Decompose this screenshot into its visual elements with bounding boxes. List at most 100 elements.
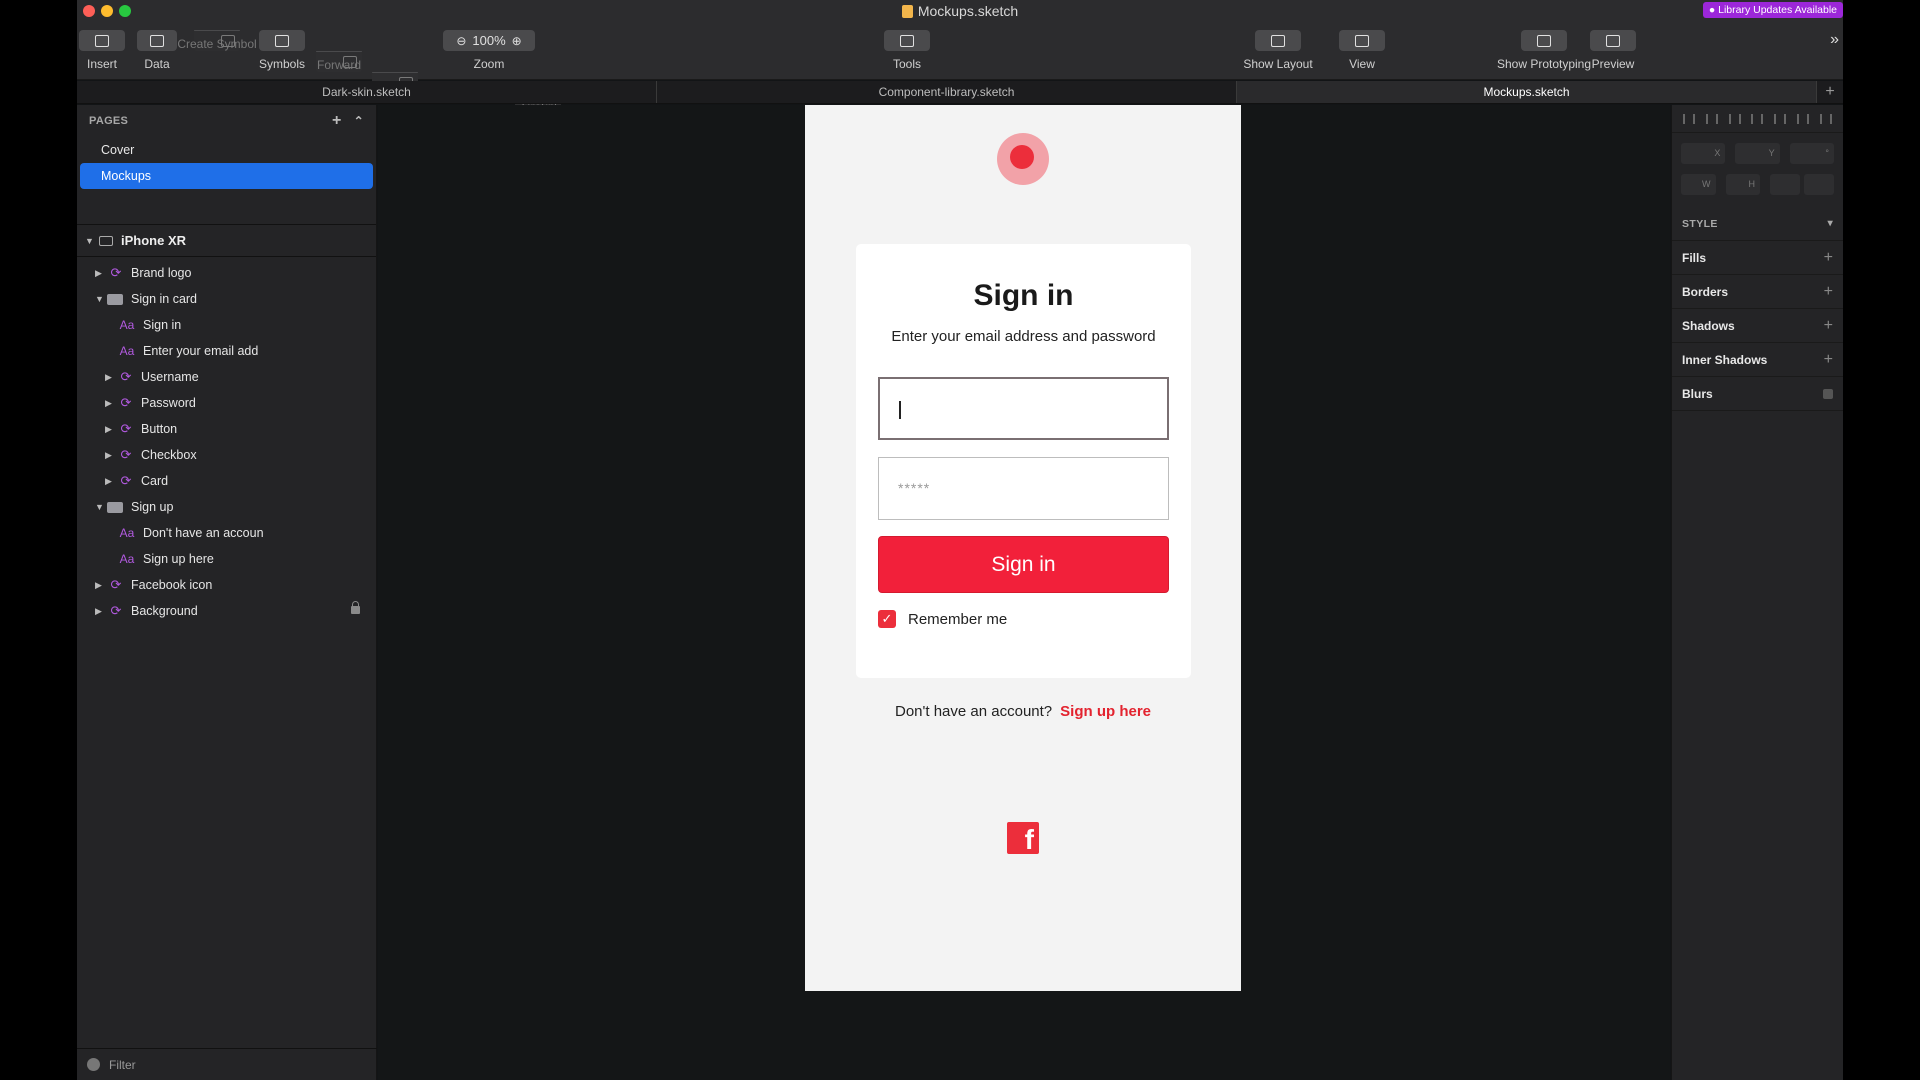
borders-section[interactable]: Borders + [1672, 275, 1843, 309]
layer-row[interactable]: Aa Sign up here [77, 546, 376, 572]
layer-row[interactable]: ▶ ⟳ Password [77, 390, 376, 416]
create-symbol-icon[interactable] [194, 30, 240, 47]
blurs-section[interactable]: Blurs [1672, 377, 1843, 411]
layer-row[interactable]: ▼ Sign in card [77, 286, 376, 312]
checkmark-icon[interactable]: ✓ [878, 610, 896, 628]
chevron-down-icon[interactable]: ▾ [1828, 218, 1833, 229]
inner-shadows-section[interactable]: Inner Shadows + [1672, 343, 1843, 377]
disclosure-closed-icon[interactable]: ▶ [105, 398, 115, 409]
y-field[interactable]: Y [1735, 143, 1780, 164]
text-layer-icon: Aa [119, 552, 135, 566]
align-top-icon[interactable] [1774, 113, 1787, 124]
artboard-layer[interactable]: ▼ iPhone XR [77, 225, 376, 257]
rotation-field[interactable]: ° [1789, 143, 1834, 164]
canvas[interactable]: Sign in Enter your email address and pas… [378, 105, 1670, 1080]
symbols-icon-glyph [275, 34, 289, 47]
page-mockups[interactable]: Mockups [80, 163, 373, 189]
prototyping-icon[interactable] [1521, 30, 1567, 51]
toolbar-preview-button[interactable]: Preview [1590, 30, 1636, 71]
toolbar-view-button[interactable]: View [1339, 30, 1385, 71]
flip-horizontal-icon[interactable] [1770, 174, 1800, 195]
add-shadow-icon[interactable]: + [1824, 317, 1833, 335]
layer-row[interactable]: Aa Don't have an accoun [77, 520, 376, 546]
disclosure-closed-icon[interactable]: ▶ [95, 606, 105, 617]
layer-row[interactable]: ▶ ⟳ Brand logo [77, 260, 376, 286]
toolbar-insert-button[interactable]: Insert [79, 30, 125, 71]
page-cover[interactable]: Cover [80, 137, 373, 163]
align-bottom-icon[interactable] [1819, 113, 1832, 124]
width-field[interactable]: W [1681, 174, 1716, 195]
add-border-icon[interactable]: + [1824, 283, 1833, 301]
toolbar-create-symbol-button[interactable]: Create Symbol [177, 30, 257, 51]
sign-up-link[interactable]: Sign up here [1060, 703, 1151, 720]
flip-vertical-icon[interactable] [1804, 174, 1834, 195]
shadows-section[interactable]: Shadows + [1672, 309, 1843, 343]
blur-toggle-icon[interactable] [1823, 388, 1833, 399]
iphone-artboard[interactable]: Sign in Enter your email address and pas… [805, 105, 1241, 991]
zoom-icon[interactable]: ⊖ 100% ⊕ [443, 30, 535, 51]
align-left-icon[interactable] [1683, 113, 1696, 124]
toolbar-show-prototyping-button[interactable]: Show Prototyping [1497, 30, 1591, 71]
distribute-icon[interactable] [1728, 113, 1741, 124]
style-header[interactable]: STYLE ▾ [1672, 207, 1843, 241]
layer-row[interactable]: ▶ ⟳ Checkbox [77, 442, 376, 468]
sign-in-button[interactable]: Sign in [878, 536, 1169, 593]
layer-row[interactable]: ▶ ⟳ Facebook icon [77, 572, 376, 598]
plus-icon[interactable] [79, 30, 125, 51]
filter-bar[interactable]: Filter [77, 1048, 377, 1080]
collapse-pages-icon[interactable]: ⌃ [354, 114, 364, 128]
disclosure-closed-icon[interactable]: ▶ [105, 372, 115, 383]
height-field[interactable]: H [1725, 174, 1760, 195]
layer-row[interactable]: ▶ ⟳ Username [77, 364, 376, 390]
layer-row[interactable]: ▶ ⟳ Card [77, 468, 376, 494]
backward-icon[interactable] [372, 72, 418, 89]
tools-icon[interactable] [884, 30, 930, 51]
align-right-icon[interactable] [1751, 113, 1764, 124]
add-inner-shadow-icon[interactable]: + [1824, 351, 1833, 369]
toolbar-zoom-button[interactable]: ⊖ 100% ⊕ Zoom [443, 30, 535, 71]
tab-component-library[interactable]: Component-library.sketch [657, 81, 1237, 103]
email-field[interactable] [878, 377, 1169, 440]
disclosure-closed-icon[interactable]: ▶ [105, 476, 115, 487]
toolbar-symbols-button[interactable]: Symbols [259, 30, 305, 71]
add-page-icon[interactable]: + [332, 112, 342, 130]
layer-row[interactable]: Aa Enter your email add [77, 338, 376, 364]
remember-me-checkbox[interactable]: ✓ Remember me [878, 610, 1007, 628]
disclosure-open-icon[interactable]: ▼ [95, 502, 105, 512]
disclosure-closed-icon[interactable]: ▶ [105, 450, 115, 461]
toolbar-overflow-icon[interactable]: » [1830, 31, 1839, 49]
layout-icon[interactable] [1255, 30, 1301, 51]
toolbar-forward-button[interactable]: Forward [316, 51, 362, 72]
facebook-icon[interactable]: f [1007, 822, 1039, 855]
view-icon[interactable] [1339, 30, 1385, 51]
toolbar-show-layout-button[interactable]: Show Layout [1243, 30, 1313, 71]
toolbar-tools-button[interactable]: Tools [884, 30, 930, 71]
add-fill-icon[interactable]: + [1824, 249, 1833, 267]
layer-row[interactable]: ▼ Sign up [77, 494, 376, 520]
layer-row[interactable]: ▶ ⟳ Button [77, 416, 376, 442]
layer-row[interactable]: Aa Sign in [77, 312, 376, 338]
toolbar-data-button[interactable]: Data [137, 30, 177, 71]
tab-dark-skin[interactable]: Dark-skin.sketch [77, 81, 657, 103]
align-center-icon[interactable] [1706, 113, 1719, 124]
password-field[interactable]: ***** [878, 457, 1169, 520]
layer-row[interactable]: ▶ ⟳ Background [77, 598, 376, 624]
disclosure-open-icon[interactable]: ▼ [95, 294, 105, 304]
disclosure-closed-icon[interactable]: ▶ [105, 424, 115, 435]
brand-logo[interactable] [997, 133, 1049, 185]
sign-in-card[interactable]: Sign in Enter your email address and pas… [856, 244, 1191, 678]
align-middle-icon[interactable] [1796, 113, 1809, 124]
play-icon[interactable] [1590, 30, 1636, 51]
fills-section[interactable]: Fills + [1672, 241, 1843, 275]
tab-mockups[interactable]: Mockups.sketch [1237, 81, 1817, 103]
lock-icon[interactable] [351, 601, 360, 614]
disclosure-closed-icon[interactable]: ▶ [95, 580, 105, 591]
add-tab-icon[interactable]: + [1817, 81, 1843, 104]
symbols-icon[interactable] [259, 30, 305, 51]
x-field[interactable]: X [1681, 143, 1726, 164]
disclosure-closed-icon[interactable]: ▶ [95, 268, 105, 279]
disclosure-open-icon[interactable]: ▼ [85, 236, 95, 246]
layers-icon[interactable] [137, 30, 177, 51]
library-updates-badge[interactable]: ● Library Updates Available [1702, 2, 1843, 18]
forward-icon[interactable] [316, 51, 362, 68]
